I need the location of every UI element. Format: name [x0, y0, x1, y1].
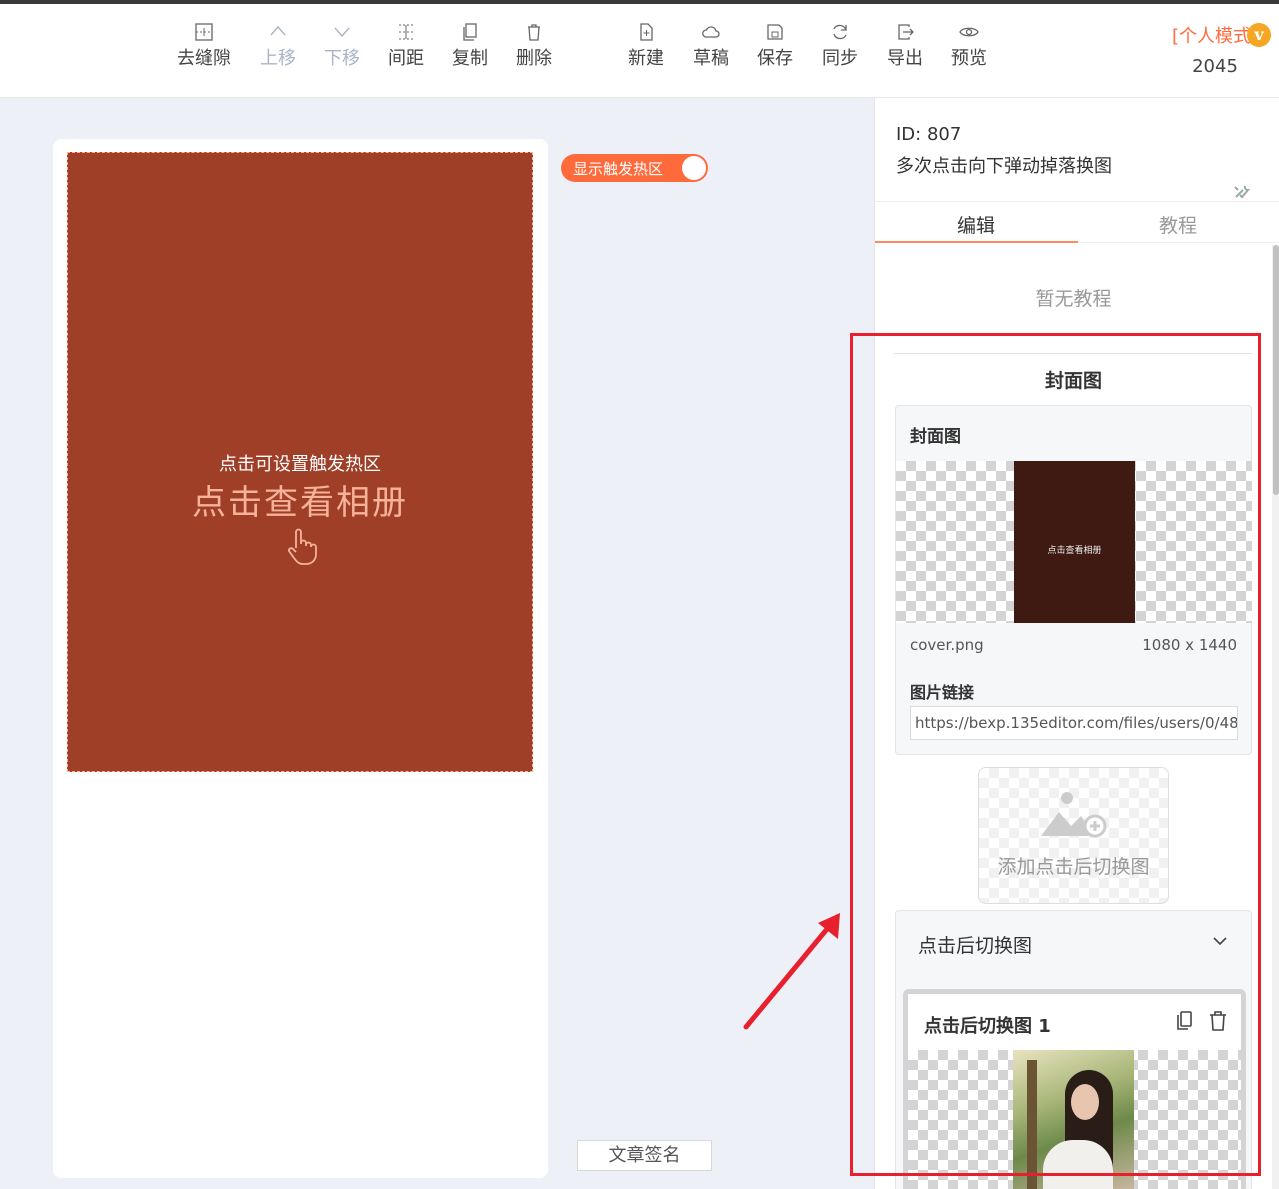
move-up-button[interactable]: 上移: [243, 22, 313, 70]
delete-button[interactable]: 删除: [499, 22, 569, 70]
trash-icon: [528, 24, 540, 41]
draft-button[interactable]: 草稿: [676, 22, 746, 70]
new-label: 新建: [628, 48, 664, 69]
remove-gap-label: 去缝隙: [177, 48, 231, 69]
cover-thumbnail: 点击查看相册: [1014, 461, 1135, 623]
new-file-icon: [640, 23, 653, 41]
cover-box-title: 封面图: [910, 427, 961, 447]
hotzone-toggle-label: 显示触发热区: [573, 160, 664, 178]
panel-header: ID: 807 多次点击向下弹动掉落换图: [875, 98, 1279, 202]
add-image-icon: [1041, 792, 1107, 838]
move-up-label: 上移: [260, 48, 296, 69]
sync-label: 同步: [822, 48, 858, 69]
article-signature-button[interactable]: 文章签名: [577, 1140, 712, 1171]
switch-image-preview[interactable]: [908, 1050, 1241, 1189]
scrollbar-thumb[interactable]: [1273, 245, 1279, 495]
save-button[interactable]: 保存: [740, 22, 810, 70]
right-panel: ID: 807 多次点击向下弹动掉落换图 编辑 教程 暂无教程 封面图 封面图 …: [874, 98, 1279, 1189]
save-icon: [767, 24, 783, 40]
spacing-icon: [399, 24, 413, 40]
toggle-knob: [682, 156, 706, 180]
new-button[interactable]: 新建: [611, 22, 681, 70]
section-divider: [894, 353, 1252, 354]
copy-button[interactable]: 复制: [435, 22, 505, 70]
cover-hint-text: 点击可设置触发热区: [219, 454, 381, 475]
draft-label: 草稿: [693, 48, 729, 69]
mode-count: 2045: [1192, 56, 1238, 77]
copy-icon[interactable]: [1174, 1010, 1194, 1032]
export-icon: [898, 24, 914, 40]
add-switch-image-label: 添加点击后切换图: [997, 856, 1150, 878]
remove-gap-icon: [195, 23, 213, 41]
section-title: 封面图: [1044, 370, 1102, 392]
cover-thumb-text: 点击查看相册: [1047, 546, 1102, 556]
spacing-button[interactable]: 间距: [371, 22, 441, 70]
chevron-down-icon[interactable]: [1213, 936, 1227, 946]
hotzone-toggle[interactable]: 显示触发热区: [561, 154, 708, 182]
cover-dimensions: 1080 x 1440: [1142, 636, 1237, 654]
chevron-up-icon: [270, 25, 286, 36]
switch-images-header[interactable]: 点击后切换图: [918, 931, 1032, 958]
image-link-label: 图片链接: [910, 683, 975, 702]
cloud-icon: [702, 26, 720, 38]
switch-images-section: 点击后切换图 点击后切换图 1: [895, 910, 1252, 1189]
toolbar: 去缝隙 上移 下移 间距 复制 删除 新建 草稿 保存 同步 导出 预览 [个人…: [0, 4, 1279, 98]
copy-icon: [463, 23, 477, 41]
panel-scrollbar[interactable]: [1272, 245, 1279, 1189]
save-label: 保存: [757, 48, 793, 69]
vip-badge-icon[interactable]: v: [1247, 23, 1271, 47]
move-down-button[interactable]: 下移: [307, 22, 377, 70]
eye-icon: [959, 27, 979, 37]
switch-image-card: 点击后切换图 1: [903, 989, 1246, 1189]
cover-hotzone[interactable]: 点击可设置触发热区 点击查看相册: [67, 152, 533, 772]
hand-pointer-icon: [288, 528, 317, 565]
sync-icon: [833, 24, 847, 40]
cover-filename: cover.png: [910, 636, 984, 654]
export-label: 导出: [887, 48, 923, 69]
canvas-card: 点击可设置触发热区 点击查看相册: [53, 139, 548, 1178]
tools-icon[interactable]: [1233, 184, 1251, 200]
cover-image-box: 封面图 点击查看相册 cover.png 1080 x 1440 图片链接 ht…: [895, 405, 1252, 755]
export-button[interactable]: 导出: [870, 22, 940, 70]
tab-tutorial[interactable]: 教程: [1077, 211, 1279, 238]
remove-gap-button[interactable]: 去缝隙: [169, 22, 239, 70]
move-down-label: 下移: [324, 48, 360, 69]
cover-title: 点击查看相册: [192, 483, 408, 523]
switch-image-title: 点击后切换图 1: [924, 1016, 1051, 1037]
active-tab-indicator: [875, 241, 1078, 243]
spacing-label: 间距: [388, 48, 424, 69]
annotation-arrow-icon: [743, 913, 840, 1030]
preview-button[interactable]: 预览: [934, 22, 1004, 70]
no-tutorial-text: 暂无教程: [1035, 288, 1112, 310]
tab-edit[interactable]: 编辑: [875, 211, 1077, 238]
delete-label: 删除: [516, 48, 552, 69]
photo-tree: [1027, 1060, 1037, 1189]
image-link-input[interactable]: https://bexp.135editor.com/files/users/0…: [910, 706, 1238, 740]
preview-label: 预览: [951, 48, 987, 69]
mode-label: [个人模式]: [1171, 26, 1259, 47]
template-name: 多次点击向下弹动掉落换图: [896, 156, 1112, 177]
switch-photo: [1013, 1050, 1134, 1189]
photo-face: [1071, 1084, 1099, 1120]
copy-label: 复制: [452, 48, 488, 69]
template-id: ID: 807: [896, 124, 962, 145]
cover-preview[interactable]: 点击查看相册: [896, 461, 1252, 623]
panel-tabs: 编辑 教程: [875, 203, 1279, 243]
photo-shirt: [1043, 1140, 1113, 1189]
sync-button[interactable]: 同步: [805, 22, 875, 70]
chevron-down-icon: [334, 27, 350, 38]
add-switch-image-button[interactable]: 添加点击后切换图: [978, 767, 1169, 904]
trash-icon[interactable]: [1208, 1010, 1228, 1032]
